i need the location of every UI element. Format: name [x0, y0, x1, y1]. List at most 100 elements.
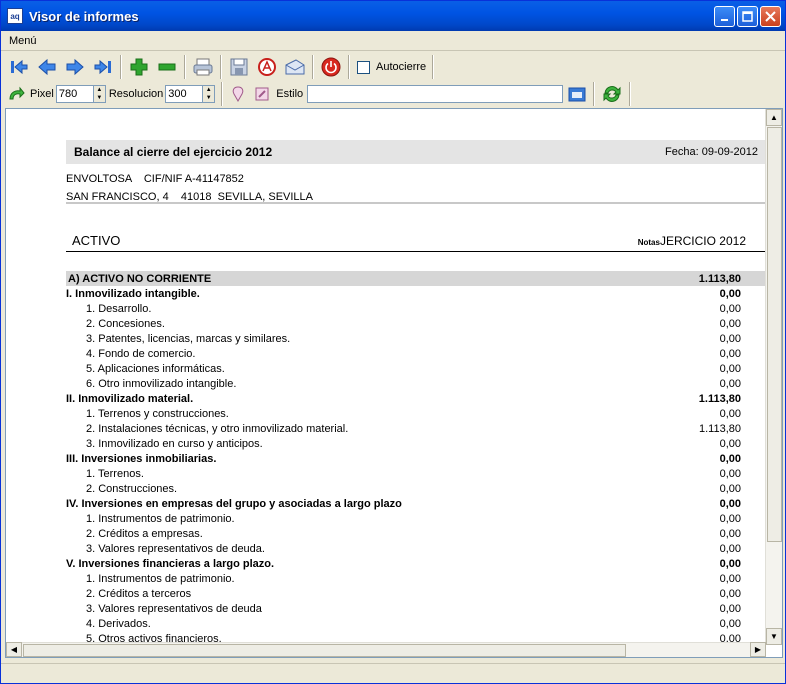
row-value: 0,00 — [719, 287, 741, 300]
resolucion-label: Resolucion — [108, 88, 164, 100]
pdf-button[interactable] — [256, 56, 278, 78]
exit-button[interactable] — [320, 56, 342, 78]
last-page-icon — [94, 59, 111, 75]
title-bar[interactable]: aq Visor de informes — [1, 1, 785, 31]
row-label: 6. Otro inmovilizado intangible. — [86, 377, 237, 390]
section-title: ACTIVO — [72, 233, 121, 248]
maximize-button[interactable] — [737, 6, 758, 27]
resolucion-spinner[interactable]: ▲▼ — [165, 85, 216, 103]
minimize-button[interactable] — [714, 6, 735, 27]
scroll-down-icon: ▼ — [770, 632, 778, 641]
spin-up-icon[interactable]: ▲ — [203, 86, 215, 94]
autocierre-checkbox[interactable]: Autocierre — [357, 60, 427, 74]
spin-up-icon[interactable]: ▲ — [93, 86, 105, 94]
toolbar-separator — [312, 55, 314, 79]
resolucion-input[interactable] — [165, 85, 204, 103]
balance-row: 1. Terrenos. 0,00 — [66, 466, 766, 481]
horizontal-scroll-thumb[interactable] — [23, 644, 626, 657]
scroll-down-button[interactable]: ▼ — [766, 628, 782, 645]
row-label: 3. Inmovilizado en curso y anticipos. — [86, 437, 263, 450]
open-style-button[interactable] — [567, 83, 587, 105]
autocierre-checkbox-box[interactable] — [357, 60, 370, 74]
column-headers: NotasJERCICIO 2012 — [638, 234, 746, 248]
pixel-input[interactable] — [55, 85, 94, 103]
menu-item-menu[interactable]: Menú — [9, 35, 37, 47]
zoom-out-button[interactable] — [156, 56, 178, 78]
next-page-icon — [66, 58, 84, 76]
row-label: III. Inversiones inmobiliarias. — [66, 452, 217, 465]
resolucion-spinner-buttons[interactable]: ▲ ▼ — [203, 85, 216, 103]
row-value: 1.113,80 — [698, 272, 741, 285]
pixel-spinner-buttons[interactable]: ▲ ▼ — [93, 85, 106, 103]
toolbar-separator — [120, 55, 122, 79]
save-button[interactable] — [228, 56, 250, 78]
refresh-button[interactable] — [7, 83, 25, 105]
horizontal-scrollbar[interactable]: ◀ ▶ — [6, 642, 766, 657]
estilo-input[interactable] — [307, 85, 564, 103]
balance-row: 3. Valores representativos de deuda. 0,00 — [66, 541, 766, 556]
style-edit-button[interactable] — [253, 83, 271, 105]
balance-row: V. Inversiones financieras a largo plazo… — [66, 556, 766, 571]
row-value: 0,00 — [719, 332, 741, 345]
section-header: ACTIVO NotasJERCICIO 2012 — [72, 233, 746, 248]
row-label: 2. Concesiones. — [86, 317, 165, 330]
style-icon — [232, 86, 244, 103]
vertical-scroll-thumb[interactable] — [767, 127, 782, 542]
report-header-band: Balance al cierre del ejercicio 2012 Fec… — [66, 140, 766, 164]
autocierre-label: Autocierre — [376, 61, 427, 73]
spin-down-icon[interactable]: ▼ — [203, 94, 215, 102]
row-value: 0,00 — [719, 407, 741, 420]
row-value: 0,00 — [719, 377, 741, 390]
row-label: I. Inmovilizado intangible. — [66, 287, 200, 300]
print-button[interactable] — [192, 56, 214, 78]
balance-row: 2. Créditos a terceros 0,00 — [66, 586, 766, 601]
reload-button[interactable] — [601, 83, 623, 105]
company-name-line: ENVOLTOSA CIF/NIF A-41147852 — [66, 173, 244, 185]
close-button[interactable] — [760, 6, 781, 27]
col-ejercicio: JERCICIO 2012 — [659, 234, 746, 248]
scroll-right-button[interactable]: ▶ — [750, 642, 766, 657]
email-button[interactable] — [284, 56, 306, 78]
next-page-button[interactable] — [64, 56, 86, 78]
row-label: 4. Derivados. — [86, 617, 151, 630]
scroll-up-button[interactable]: ▲ — [766, 109, 782, 126]
balance-row: 1. Desarrollo. 0,00 — [66, 301, 766, 316]
pixel-label: Pixel — [30, 88, 54, 100]
spin-down-icon[interactable]: ▼ — [93, 94, 105, 102]
prev-page-button[interactable] — [36, 56, 58, 78]
row-value: 0,00 — [719, 482, 741, 495]
first-page-button[interactable] — [8, 56, 30, 78]
row-value: 0,00 — [719, 452, 741, 465]
scroll-left-button[interactable]: ◀ — [6, 642, 22, 657]
row-label: 1. Desarrollo. — [86, 302, 152, 315]
row-label: IV. Inversiones en empresas del grupo y … — [66, 497, 402, 510]
row-label: 4. Fondo de comercio. — [86, 347, 196, 360]
scroll-left-icon: ◀ — [10, 645, 18, 654]
zoom-in-button[interactable] — [128, 56, 150, 78]
report-viewport[interactable]: Balance al cierre del ejercicio 2012 Fec… — [5, 108, 783, 658]
balance-row: 3. Valores representativos de deuda 0,00 — [66, 601, 766, 616]
balance-row: A) ACTIVO NO CORRIENTE 1.113,80 — [66, 271, 766, 286]
row-label: 2. Construcciones. — [86, 482, 178, 495]
first-page-icon — [11, 59, 28, 75]
last-page-button[interactable] — [92, 56, 114, 78]
zoom-out-icon — [158, 63, 176, 71]
row-value: 0,00 — [719, 587, 741, 600]
row-value: 0,00 — [719, 437, 741, 450]
row-label: A) ACTIVO NO CORRIENTE — [68, 272, 212, 285]
pixel-spinner[interactable]: ▲▼ — [55, 85, 106, 103]
row-label: 2. Créditos a terceros — [86, 587, 192, 600]
style-edit-icon — [255, 87, 269, 101]
style-button[interactable] — [229, 83, 247, 105]
row-value: 0,00 — [719, 572, 741, 585]
row-value: 0,00 — [719, 542, 741, 555]
vertical-scrollbar[interactable]: ▲ ▼ — [765, 109, 782, 645]
email-icon — [285, 59, 305, 75]
row-label: 3. Valores representativos de deuda. — [86, 542, 265, 555]
balance-row: 1. Instrumentos de patrimonio. 0,00 — [66, 511, 766, 526]
save-icon — [230, 58, 248, 76]
balance-row: 2. Construcciones. 0,00 — [66, 481, 766, 496]
row-label: 3. Valores representativos de deuda — [86, 602, 262, 615]
print-icon — [193, 58, 213, 76]
power-icon — [321, 57, 341, 77]
